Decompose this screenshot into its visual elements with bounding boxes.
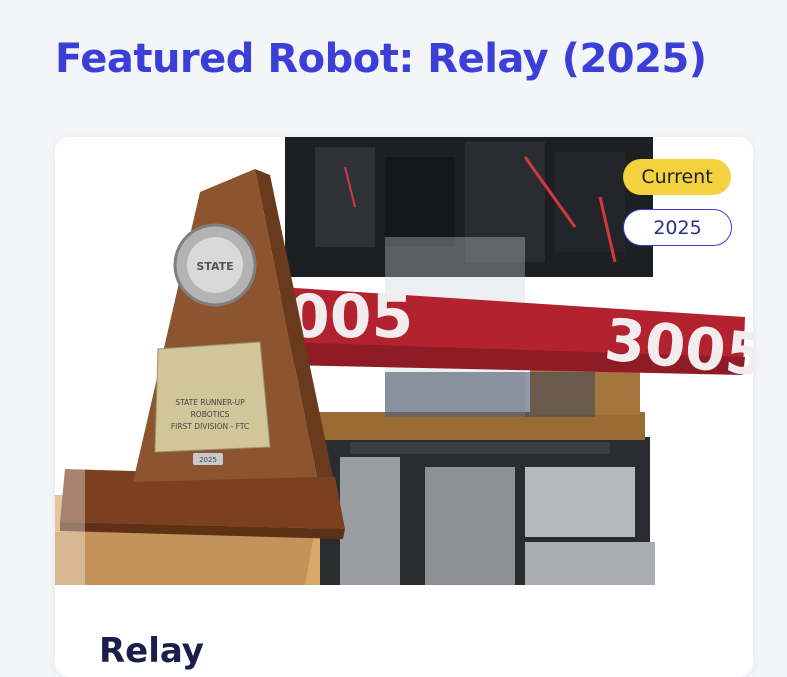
svg-text:2025: 2025 (199, 456, 217, 464)
robot-name: Relay (99, 631, 204, 671)
trophy-plaque (154, 341, 271, 453)
status-badge: Current (623, 159, 731, 195)
page-title: Featured Robot: Relay (2025) (55, 36, 707, 82)
svg-text:ROBOTICS: ROBOTICS (191, 410, 230, 419)
svg-text:FIRST DIVISION - FTC: FIRST DIVISION - FTC (171, 422, 249, 431)
svg-text:STATE RUNNER-UP: STATE RUNNER-UP (175, 398, 245, 407)
featured-robot-card[interactable]: 005 3005 STATE STATE RUNNER-UP ROBOTICS … (55, 137, 753, 677)
robot-photo: 005 3005 STATE STATE RUNNER-UP ROBOTICS … (55, 137, 753, 585)
svg-text:005: 005 (288, 282, 413, 352)
svg-text:STATE: STATE (196, 260, 233, 273)
year-badge: 2025 (623, 209, 732, 246)
